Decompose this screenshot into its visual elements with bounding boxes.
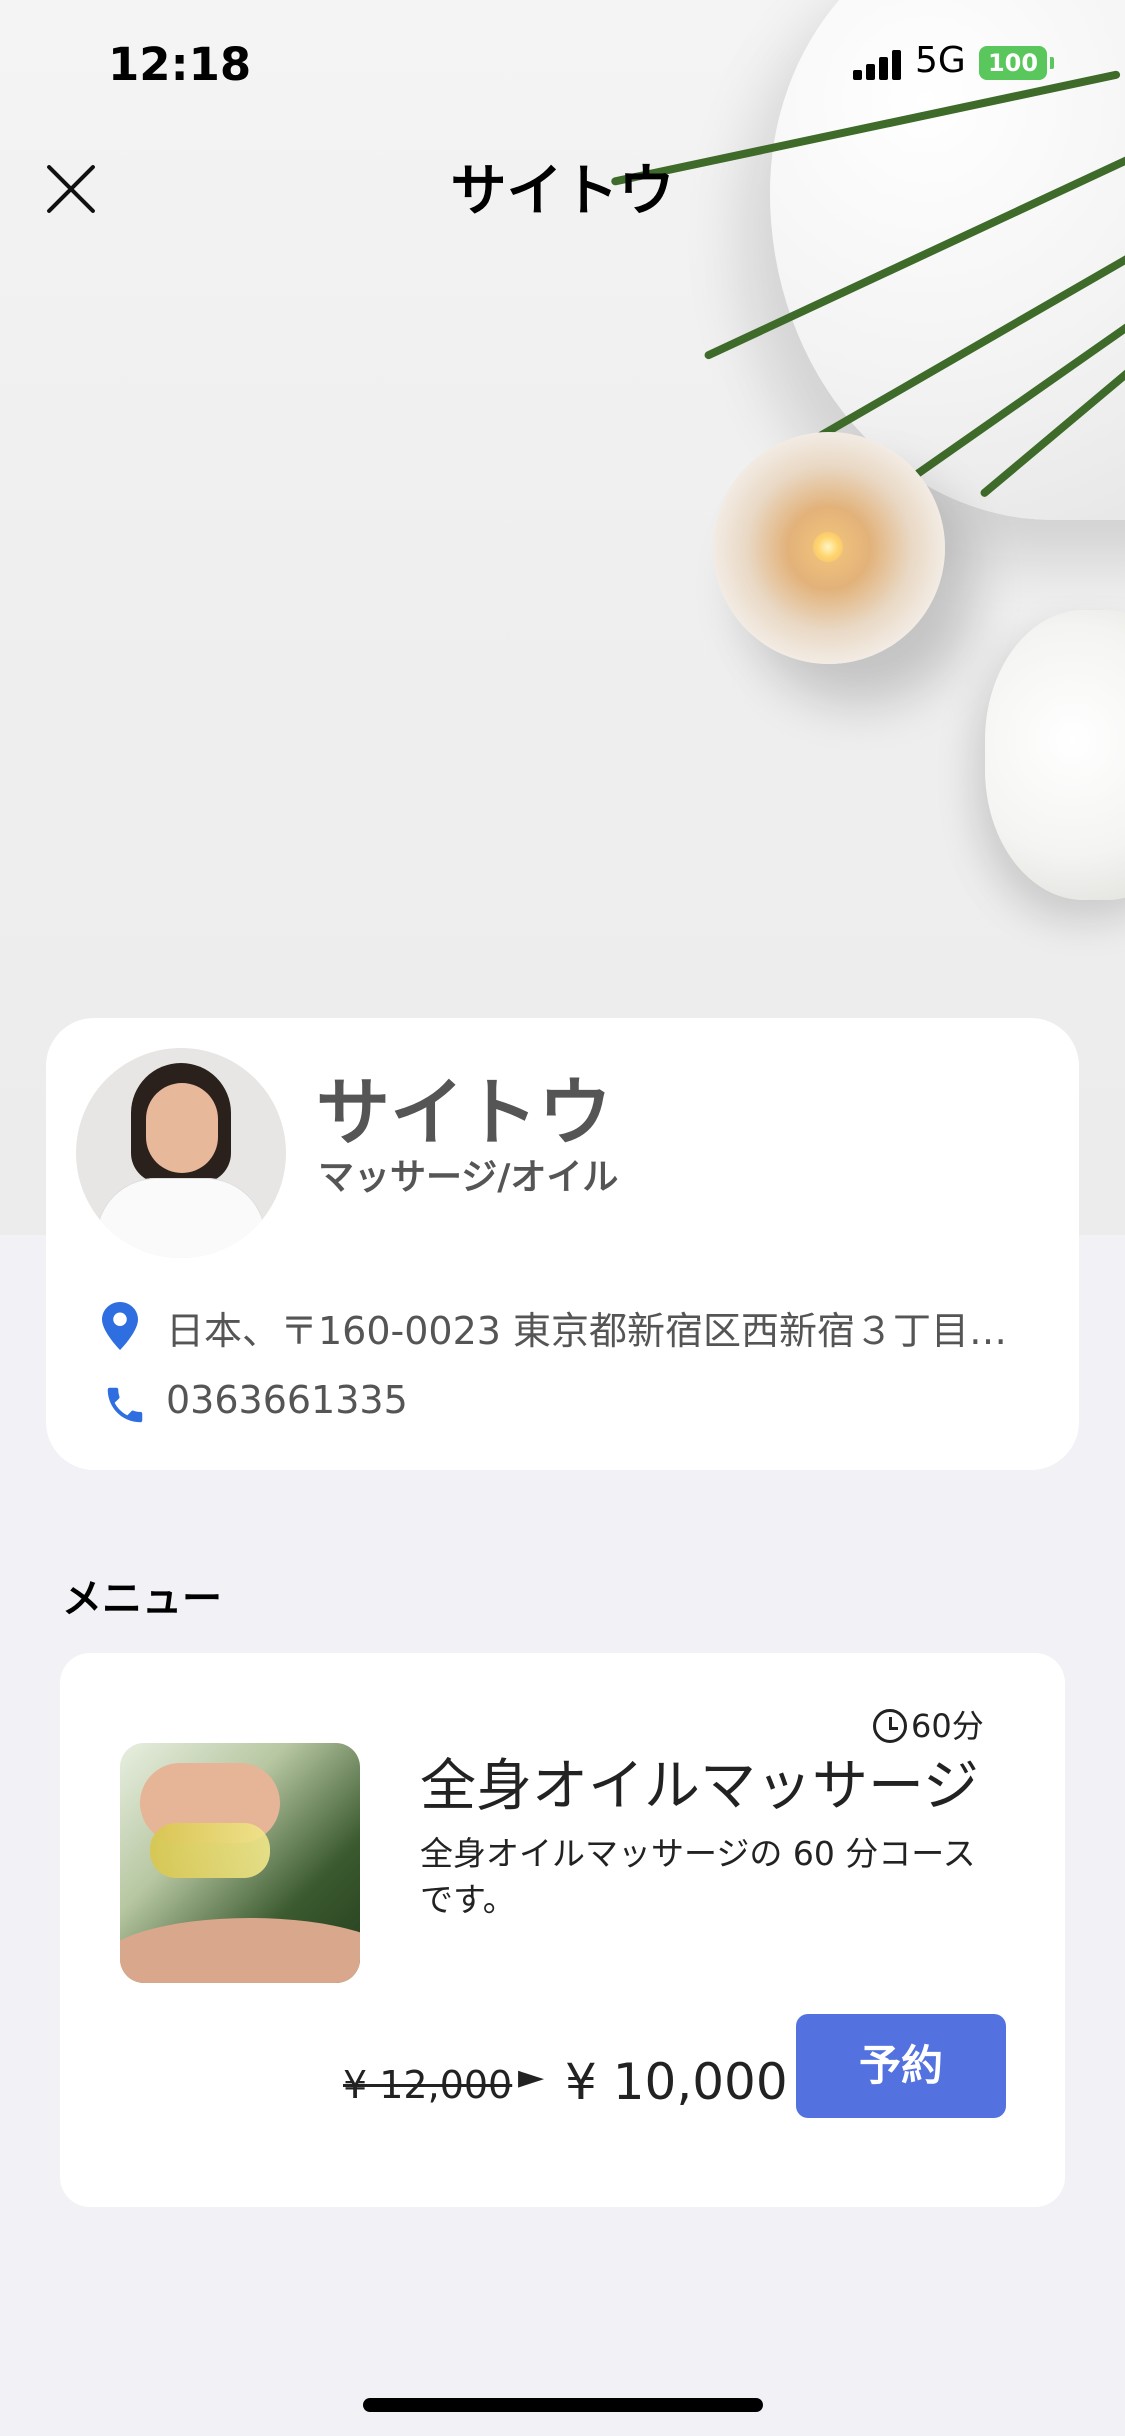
home-indicator[interactable] — [363, 2398, 763, 2412]
signal-icon — [853, 48, 905, 80]
menu-item-image — [120, 1743, 360, 1983]
flower-decoration — [985, 610, 1125, 900]
menu-item-card[interactable]: 60分 全身オイルマッサージ 全身オイルマッサージの 60 分コースです。 ¥ … — [60, 1653, 1065, 2207]
arrow-icon: ► — [518, 2057, 545, 2097]
phone-text: 0363661335 — [166, 1378, 408, 1422]
status-bar: 12:18 5G 100 — [0, 0, 1125, 130]
candle-decoration — [713, 432, 945, 664]
avatar — [76, 1048, 286, 1258]
phone-row[interactable]: 0363661335 — [102, 1378, 602, 1432]
menu-item-title: 全身オイルマッサージ — [420, 1754, 979, 1819]
original-price: ¥ 12,000 — [343, 2063, 513, 2107]
page-title: サイトウ — [450, 159, 675, 224]
phone-icon — [107, 1387, 143, 1423]
battery-icon: 100 — [979, 46, 1054, 80]
profile-card: サイトウ マッサージ/オイル 日本、〒160-0023 東京都新宿区西新宿３丁目… — [46, 1018, 1079, 1470]
profile-category: マッサージ/オイル — [318, 1157, 619, 1198]
status-time: 12:18 — [108, 38, 252, 91]
discount-price: ¥ 10,000 — [565, 2053, 788, 2111]
address-row[interactable]: 日本、〒160-0023 東京都新宿区西新宿３丁目… — [102, 1300, 1082, 1354]
profile-name: サイトウ — [316, 1070, 612, 1156]
network-label: 5G — [915, 40, 966, 81]
menu-item-description: 全身オイルマッサージの 60 分コースです。 — [420, 1834, 976, 1919]
duration-text: 60分 — [911, 1707, 984, 1745]
reserve-button[interactable]: 予約 — [796, 2014, 1006, 2118]
address-text: 日本、〒160-0023 東京都新宿区西新宿３丁目… — [166, 1309, 1008, 1353]
menu-section-title: メニュー — [62, 1576, 222, 1622]
location-pin-icon — [102, 1302, 138, 1350]
clock-icon — [873, 1709, 907, 1743]
